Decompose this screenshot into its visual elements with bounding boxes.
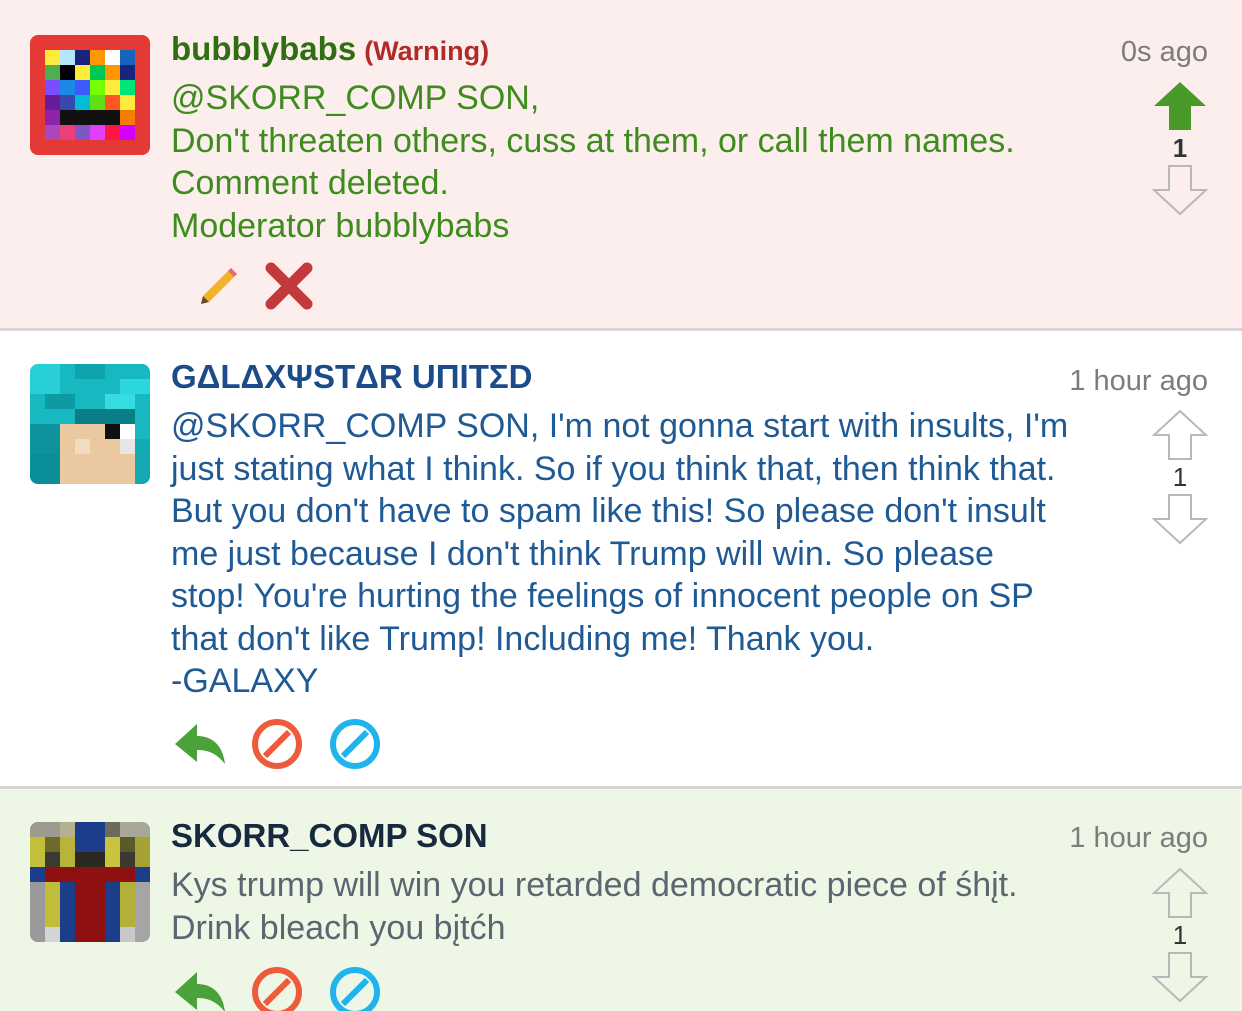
comment-line: just stating what I think. So if you thi… (171, 449, 1056, 488)
comment-line: that don't like Trump! Including me! Tha… (171, 619, 875, 658)
reply-icon (175, 724, 225, 764)
username-link[interactable]: GΔLΔXΨSTΔR UΠITΣD (171, 358, 533, 395)
block-red-icon (252, 719, 302, 769)
reply-icon (175, 972, 225, 1011)
timestamp: 0s ago (1120, 36, 1208, 68)
vote-widget: 1 (1148, 80, 1212, 216)
comment-line: But you don't have to spam like this! So… (171, 492, 1046, 530)
vote-widget: 1 (1148, 409, 1212, 545)
comment-header: SKORR_COMP SON (171, 817, 488, 855)
comment-line: Don't threaten others, cuss at them, or … (171, 121, 1015, 160)
edit-button[interactable] (191, 258, 247, 314)
avatar[interactable] (30, 364, 150, 484)
report-button[interactable] (249, 716, 305, 772)
comment-line: stop! You're hurting the feelings of inn… (171, 577, 1034, 615)
timestamp: 1 hour ago (1069, 365, 1208, 397)
delete-x-icon (265, 262, 313, 310)
upvote-arrow-icon[interactable] (1152, 867, 1208, 919)
comment-line: Moderator bubblybabs (171, 206, 510, 245)
comment-line: @SKORR_COMP SON, I'm not gonna start wit… (171, 407, 1069, 445)
avatar[interactable] (30, 35, 150, 155)
comment-item: bubblybabs (Warning) 0s ago @SKORR_COMP S… (0, 0, 1242, 331)
upvote-arrow-icon[interactable] (1152, 409, 1208, 461)
vote-score: 1 (1172, 133, 1188, 163)
vote-widget: 1 (1148, 867, 1212, 1003)
comment-line: -GALAXY (171, 662, 319, 700)
block-red-icon (252, 967, 302, 1011)
vote-score: 1 (1172, 920, 1188, 950)
comment-item: SKORR_COMP SON 1 hour ago Kys trump will… (0, 789, 1242, 1011)
comment-line: Comment deleted. (171, 164, 449, 202)
block-blue-icon (330, 719, 380, 769)
comment-body: @SKORR_COMP SON, Don't threaten others, … (171, 77, 1015, 247)
reply-button[interactable] (171, 716, 227, 772)
block-blue-icon (330, 967, 380, 1011)
username-link[interactable]: bubblybabs (171, 30, 356, 67)
delete-button[interactable] (261, 258, 317, 314)
comment-line: @SKORR_COMP SON, (171, 79, 540, 117)
username-link[interactable]: SKORR_COMP SON (171, 817, 488, 854)
avatar[interactable] (30, 822, 150, 942)
comment-header: bubblybabs (Warning) (171, 30, 489, 68)
vote-score: 1 (1172, 462, 1188, 492)
comment-line: Kys trump will win you retarded democrat… (171, 866, 1018, 904)
comment-item: GΔLΔXΨSTΔR UΠITΣD 1 hour ago @SKORR_COMP… (0, 331, 1242, 789)
report-button[interactable] (249, 964, 305, 1011)
warning-label: (Warning) (364, 36, 490, 66)
downvote-arrow-icon[interactable] (1152, 951, 1208, 1003)
comment-header: GΔLΔXΨSTΔR UΠITΣD (171, 358, 533, 396)
block-button[interactable] (327, 716, 383, 772)
reply-button[interactable] (171, 964, 227, 1011)
downvote-arrow-icon[interactable] (1152, 164, 1208, 216)
comment-body: Kys trump will win you retarded democrat… (171, 864, 1018, 949)
comment-body: @SKORR_COMP SON, I'm not gonna start wit… (171, 405, 1068, 703)
block-button[interactable] (327, 964, 383, 1011)
pencil-icon (201, 268, 237, 304)
upvote-arrow-icon[interactable] (1152, 80, 1208, 132)
comment-line: Drink bleach you bįtćh (171, 908, 506, 947)
comment-line: me just because I don't think Trump will… (171, 534, 994, 573)
downvote-arrow-icon[interactable] (1152, 493, 1208, 545)
timestamp: 1 hour ago (1069, 822, 1208, 854)
